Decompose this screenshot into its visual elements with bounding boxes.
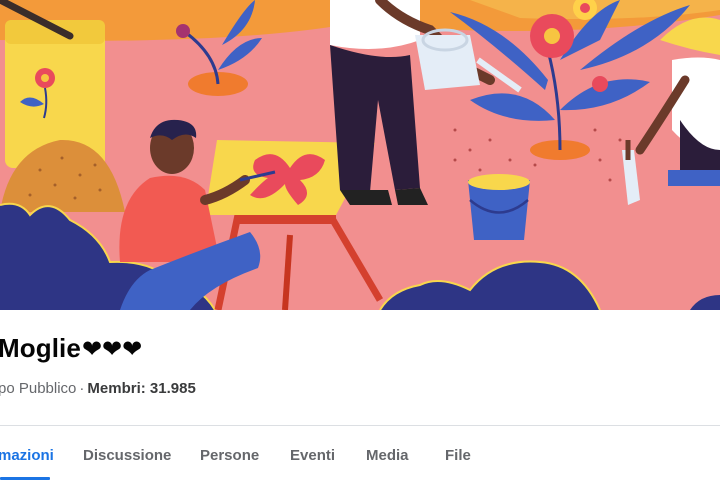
cover-photo[interactable] xyxy=(0,0,720,310)
heart-icons: ❤❤❤ xyxy=(81,336,143,363)
tab-informazioni[interactable]: mazioni xyxy=(0,447,54,464)
privacy-label[interactable]: po Pubblico xyxy=(0,380,76,397)
group-title[interactable]: Moglie❤❤❤ xyxy=(0,333,142,364)
group-meta: po Pubblico · Membri: 31.985 xyxy=(0,380,196,397)
tab-file[interactable]: File xyxy=(445,447,471,464)
meta-separator: · xyxy=(79,380,85,397)
tab-discussione[interactable]: Discussione xyxy=(83,447,171,464)
group-tabs: mazioni Discussione Persone Eventi Media… xyxy=(0,426,720,480)
group-title-text[interactable]: Moglie xyxy=(0,333,81,363)
tab-media[interactable]: Media xyxy=(366,447,409,464)
group-header: Moglie❤❤❤ po Pubblico · Membri: 31.985 maz… xyxy=(0,310,720,480)
tab-eventi[interactable]: Eventi xyxy=(290,447,335,464)
members-count[interactable]: Membri: 31.985 xyxy=(87,380,195,397)
tab-persone[interactable]: Persone xyxy=(200,447,259,464)
